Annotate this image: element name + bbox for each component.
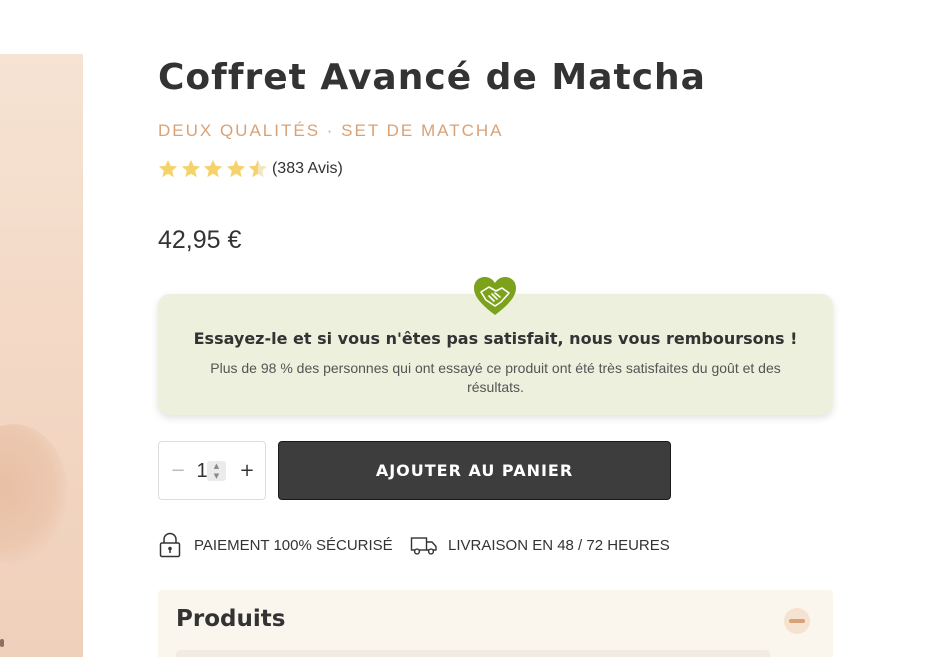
product-subtitle: DEUX QUALITÉS · SET DE MATCHA [158, 121, 504, 140]
delivery-truck-icon [410, 537, 437, 555]
add-to-cart-button[interactable]: AJOUTER AU PANIER [278, 441, 671, 500]
products-accordion[interactable]: Produits [158, 590, 833, 657]
delivery-time-badge: LIVRAISON EN 48 / 72 HEURES [410, 532, 670, 558]
product-image-detail [0, 639, 4, 647]
star-half-icon [247, 158, 270, 180]
chevron-down-icon[interactable]: ▼ [207, 471, 226, 481]
rating-stars [157, 158, 270, 180]
padlock-icon [159, 532, 181, 558]
product-title: Coffret Avancé de Matcha [158, 57, 706, 98]
product-rating[interactable]: (383 Avis) [157, 156, 343, 182]
quantity-decrease-button[interactable]: − [165, 457, 191, 485]
delivery-time-label: LIVRAISON EN 48 / 72 HEURES [448, 536, 670, 554]
products-accordion-title[interactable]: Produits [176, 606, 285, 632]
chevron-up-icon[interactable]: ▲ [207, 461, 226, 471]
secure-payment-badge: PAIEMENT 100% SÉCURISÉ [158, 532, 393, 558]
products-accordion-content [176, 650, 770, 657]
star-full-icon [225, 158, 248, 180]
quantity-spinner[interactable]: ▲ ▼ [207, 461, 226, 481]
product-image [0, 54, 83, 657]
star-full-icon [157, 158, 180, 180]
review-count[interactable]: (383 Avis) [272, 160, 343, 178]
guarantee-text: Plus de 98 % des personnes qui ont essay… [210, 360, 781, 395]
quantity-stepper[interactable]: − 1 ▲ ▼ + [158, 441, 266, 500]
star-full-icon [202, 158, 225, 180]
quantity-increase-button[interactable]: + [234, 457, 260, 485]
star-full-icon [180, 158, 203, 180]
product-price: 42,95 € [158, 226, 242, 254]
product-image-hand-shade [0, 424, 68, 564]
collapse-minus-icon[interactable] [784, 608, 810, 634]
secure-payment-label: PAIEMENT 100% SÉCURISÉ [194, 536, 393, 554]
guarantee-title: Essayez-le et si vous n'êtes pas satisfa… [193, 329, 798, 348]
handshake-heart-icon [474, 277, 516, 315]
